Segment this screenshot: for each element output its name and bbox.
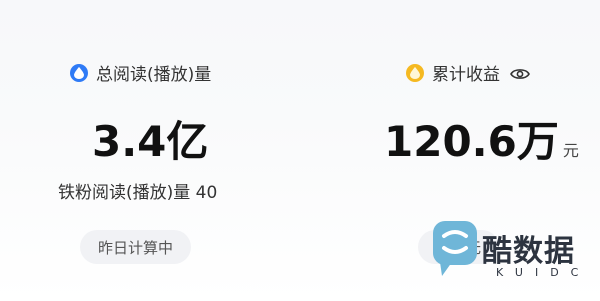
- total-reads-label-row: 总阅读(播放)量: [70, 60, 211, 85]
- total-reads-label: 总阅读(播放)量: [96, 65, 212, 85]
- water-drop-icon: [70, 63, 88, 82]
- coin-icon: [406, 63, 424, 82]
- total-reads-value: 3.4亿: [92, 117, 209, 166]
- total-earnings-value: 120.6万: [384, 117, 559, 166]
- watermark: 酷数据 KUIDC: [430, 212, 595, 297]
- currency-unit: 元: [562, 141, 579, 160]
- watermark-logo-icon: [433, 221, 477, 276]
- total-earnings-label-row: 累计收益: [406, 60, 530, 85]
- eye-icon[interactable]: [510, 66, 530, 80]
- watermark-subtext: KUIDC: [496, 266, 591, 279]
- watermark-text: 酷数据: [482, 234, 575, 269]
- fan-reads-text: 铁粉阅读(播放)量 40: [58, 183, 218, 203]
- stats-panel: 总阅读(播放)量 3.4亿 铁粉阅读(播放)量 40 昨日计算中 累计收益 12…: [0, 0, 600, 301]
- reads-status-badge: 昨日计算中: [80, 230, 192, 264]
- total-earnings-value-row: 120.6万元: [384, 108, 579, 169]
- total-reads-card: 总阅读(播放)量 3.4亿 铁粉阅读(播放)量 40 昨日计算中: [0, 0, 300, 301]
- total-earnings-label: 累计收益: [432, 65, 500, 85]
